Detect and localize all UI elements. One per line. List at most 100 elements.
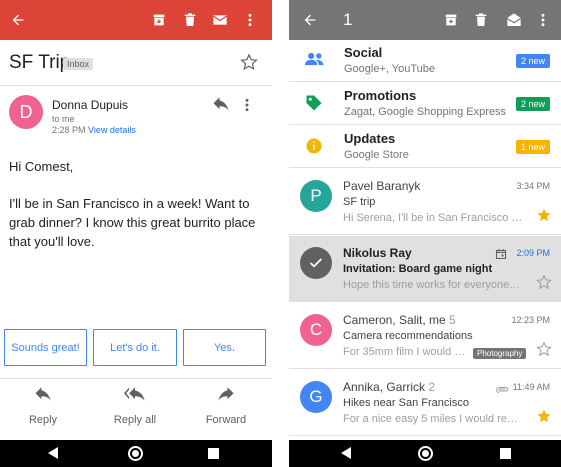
- star-filled-icon[interactable]: [536, 408, 552, 429]
- email-subject: Invitation: Board game night: [343, 263, 493, 275]
- new-count-badge: 2 new: [515, 97, 550, 111]
- new-count-badge: 1 new: [515, 140, 550, 154]
- email-subject: Hikes near San Francisco: [343, 397, 469, 409]
- forward-label: Forward: [205, 414, 247, 426]
- star-filled-icon[interactable]: [536, 207, 552, 228]
- avatar[interactable]: G: [300, 381, 332, 413]
- divider: [0, 378, 272, 379]
- email-from-line: Annika, Garrick 2: [343, 380, 435, 394]
- selected-check-avatar[interactable]: [300, 247, 332, 279]
- calendar-icon: [495, 247, 507, 265]
- email-list-item[interactable]: P Pavel Baranyk SF trip Hi Serena, I'll …: [289, 169, 561, 235]
- category-title: Promotions: [344, 88, 417, 103]
- info-icon: [305, 137, 323, 160]
- category-subtitle: Zagat, Google Shopping Express: [344, 106, 507, 118]
- reply-icon[interactable]: [212, 97, 230, 116]
- reply-label: Reply: [28, 414, 58, 426]
- email-from-line: Cameron, Salit, me 5: [343, 313, 456, 327]
- email-snippet: Hope this time works for everyone. I'm: [343, 279, 523, 291]
- selected-count: 1: [343, 10, 353, 29]
- delete-icon[interactable]: [176, 0, 204, 40]
- recipient-line: to me: [52, 114, 75, 124]
- category-title: Updates: [344, 131, 396, 146]
- reply-all-button[interactable]: Reply all: [95, 387, 175, 426]
- email-snippet: For 35mm film I would recommend: [343, 346, 468, 358]
- email-list-item-selected[interactable]: Nikolus Ray Invitation: Board game night…: [289, 236, 561, 302]
- more-vert-icon[interactable]: [529, 0, 557, 40]
- subject-header: SF Trip Inbox: [0, 40, 272, 86]
- mail-icon[interactable]: [206, 0, 234, 40]
- email-body: I'll be in San Francisco in a week! Want…: [9, 196, 256, 249]
- star-outline-icon[interactable]: [536, 274, 552, 295]
- panel-gap: [272, 0, 289, 467]
- sender-name: Donna Dupuis: [52, 98, 129, 112]
- email-list-item[interactable]: G Annika, Garrick 2 Hikes near San Franc…: [289, 370, 561, 436]
- system-nav-bar: [289, 440, 561, 467]
- email-from: Cameron, Salit, me: [343, 313, 446, 327]
- time-line: 2:28 PM View details: [52, 125, 136, 135]
- reply-all-label: Reply all: [113, 414, 157, 426]
- system-nav-bar: [0, 440, 272, 467]
- view-details-link[interactable]: View details: [88, 125, 136, 135]
- email-subject: SF trip: [343, 196, 376, 208]
- avatar[interactable]: C: [300, 314, 332, 346]
- email-snippet: For a nice easy 5 miles I would recommen…: [343, 413, 523, 425]
- reply-icon: [3, 387, 83, 407]
- back-arrow-icon[interactable]: [4, 0, 32, 40]
- star-outline-icon[interactable]: [240, 53, 258, 76]
- thread-count: 2: [428, 380, 436, 394]
- tag-icon: [305, 94, 323, 117]
- email-detail-screen: SF Trip Inbox D Donna Dupuis to me 2:28 …: [0, 0, 272, 467]
- more-vert-icon[interactable]: [236, 0, 264, 40]
- email-from: Annika, Garrick: [343, 380, 426, 394]
- nav-recents-icon[interactable]: [208, 448, 219, 459]
- email-from: Nikolus Ray: [343, 246, 412, 260]
- email-snippet: Hi Serena, I'll be in San Francisco in a…: [343, 212, 523, 224]
- nav-back-icon[interactable]: [341, 447, 351, 459]
- category-subtitle: Google Store: [344, 149, 409, 161]
- category-subtitle: Google+, YouTube: [344, 63, 436, 75]
- email-subject: SF Trip: [9, 52, 71, 73]
- email-greeting: Hi Comest,: [9, 159, 74, 174]
- avatar[interactable]: P: [300, 180, 332, 212]
- category-title: Social: [344, 45, 383, 60]
- category-promotions[interactable]: Promotions Zagat, Google Shopping Expres…: [289, 83, 561, 125]
- email-from: Pavel Baranyk: [343, 179, 421, 193]
- email-time: 3:34 PM: [516, 181, 550, 191]
- archive-icon[interactable]: [145, 0, 173, 40]
- nav-recents-icon[interactable]: [500, 448, 511, 459]
- selection-toolbar: 1: [289, 0, 561, 40]
- sender-avatar[interactable]: D: [9, 95, 43, 129]
- forward-button[interactable]: Forward: [186, 387, 266, 426]
- email-list-item[interactable]: C Cameron, Salit, me 5 Camera recommenda…: [289, 303, 561, 369]
- email-time: 2:09 PM: [516, 248, 550, 258]
- reply-button[interactable]: Reply: [3, 387, 83, 426]
- star-outline-icon[interactable]: [536, 341, 552, 362]
- email-time: 12:23 PM: [511, 315, 550, 325]
- people-icon: [305, 51, 325, 72]
- archive-icon[interactable]: [437, 0, 465, 40]
- mark-read-icon[interactable]: [500, 0, 528, 40]
- nav-back-icon[interactable]: [48, 447, 58, 459]
- more-vert-icon[interactable]: [244, 97, 250, 118]
- back-arrow-icon[interactable]: [296, 0, 324, 40]
- nav-home-icon[interactable]: [418, 446, 433, 461]
- check-icon: [310, 258, 322, 268]
- sent-time: 2:28 PM: [52, 125, 86, 135]
- forward-icon: [186, 387, 266, 407]
- new-count-badge: 2 new: [515, 54, 550, 68]
- email-subject: Camera recommendations: [343, 330, 473, 342]
- reply-all-icon: [95, 387, 175, 407]
- category-social[interactable]: Social Google+, YouTube 2 new: [289, 40, 561, 82]
- inbox-label-chip[interactable]: Inbox: [63, 58, 94, 70]
- email-time: 11:49 AM: [512, 382, 550, 392]
- label-chip[interactable]: Photography: [473, 348, 527, 359]
- inbox-list-screen: 1 Social Google+, YouTube 2 new Promotio…: [289, 0, 561, 467]
- nav-home-icon[interactable]: [128, 446, 143, 461]
- category-updates[interactable]: Updates Google Store 1 new: [289, 126, 561, 168]
- smart-reply-button[interactable]: Let's do it.: [93, 329, 177, 366]
- smart-reply-button[interactable]: Yes.: [183, 329, 266, 366]
- detail-toolbar: [0, 0, 272, 40]
- delete-icon[interactable]: [467, 0, 495, 40]
- smart-reply-button[interactable]: Sounds great!: [4, 329, 87, 366]
